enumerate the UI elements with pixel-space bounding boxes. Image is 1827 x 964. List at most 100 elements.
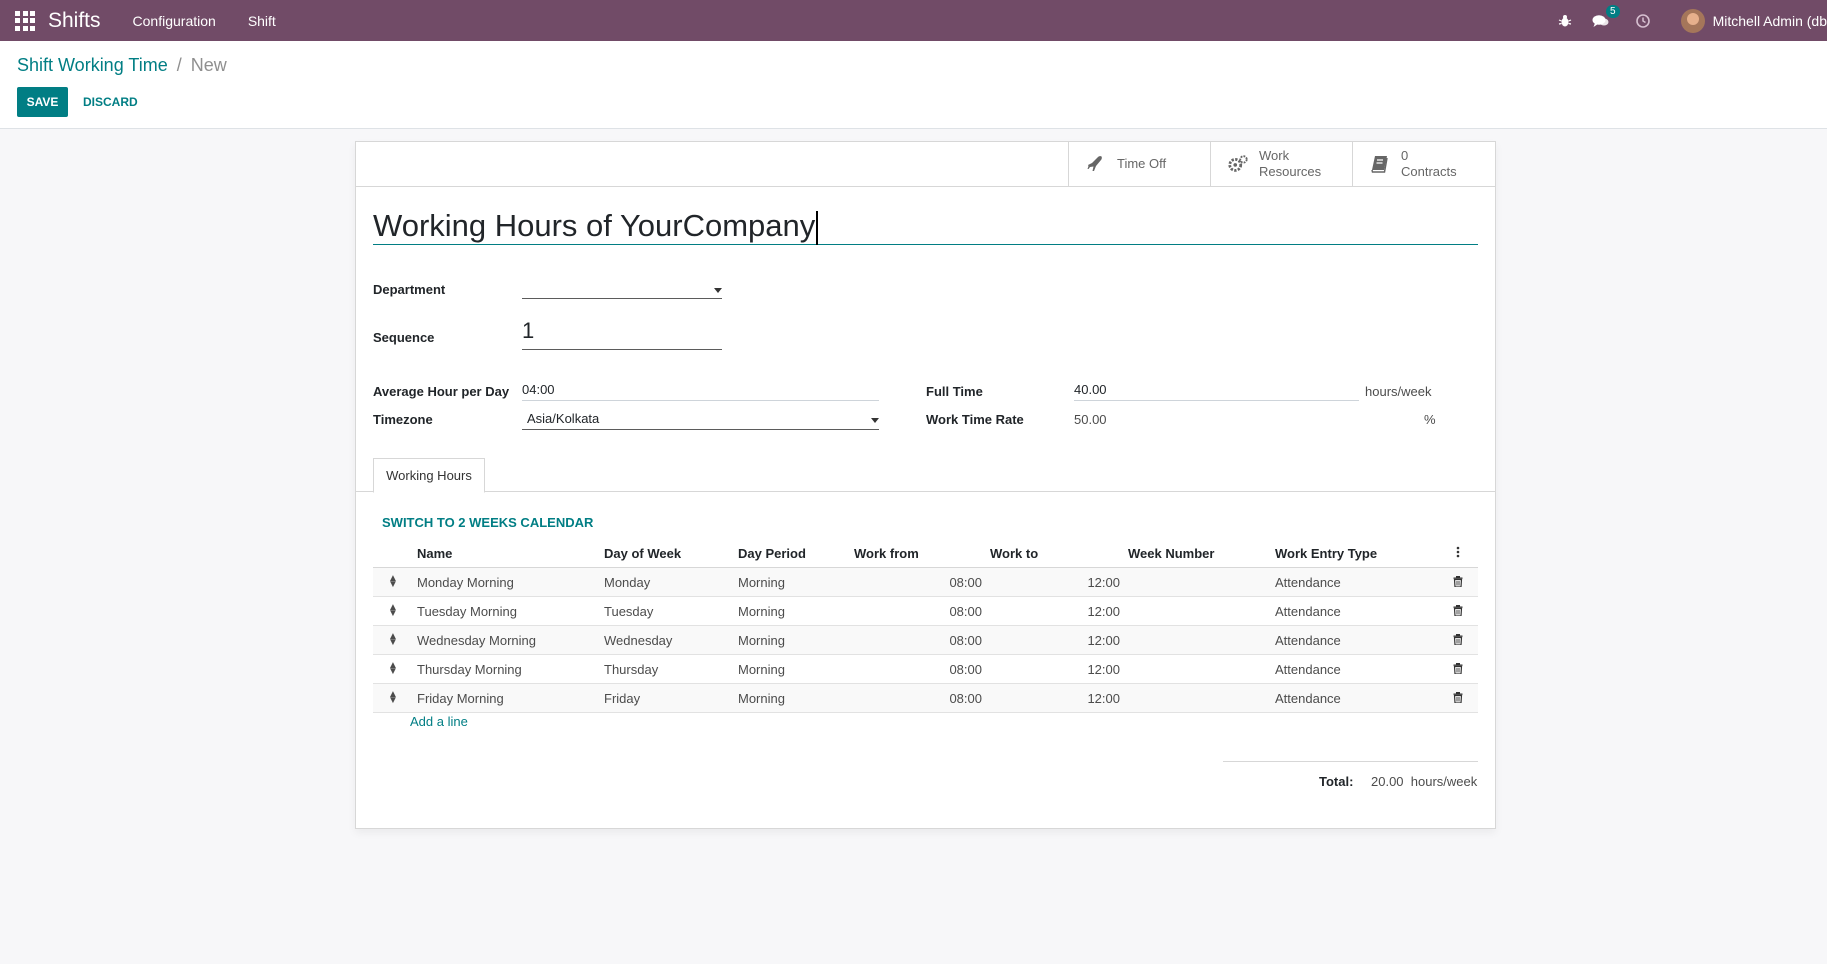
cell-day-of-week[interactable]: Wednesday: [600, 625, 734, 655]
work-time-rate-unit: %: [1424, 412, 1436, 427]
breadcrumb: Shift Working Time / New: [17, 55, 227, 76]
app-brand[interactable]: Shifts: [48, 9, 101, 33]
drag-handle-icon[interactable]: ▲ ▼: [373, 596, 413, 626]
cell-work-to[interactable]: 12:00: [986, 683, 1124, 713]
menu-configuration[interactable]: Configuration: [133, 13, 216, 29]
trash-icon[interactable]: [1438, 683, 1478, 713]
user-avatar[interactable]: [1680, 8, 1705, 33]
time-off-button[interactable]: Time Off: [1068, 142, 1211, 186]
cell-name[interactable]: Monday Morning: [413, 567, 600, 597]
cell-work-from[interactable]: 08:00: [850, 683, 986, 713]
work-resources-line1: Work: [1259, 148, 1290, 163]
name-input[interactable]: Working Hours of YourCompany: [373, 208, 1478, 245]
cell-work-entry-type[interactable]: Attendance: [1271, 683, 1438, 713]
switch-two-weeks-calendar-button[interactable]: SWITCH TO 2 WEEKS CALENDAR: [382, 515, 593, 530]
work-time-rate-value: 50.00: [1074, 412, 1107, 427]
bug-icon[interactable]: [1555, 11, 1575, 31]
cell-work-entry-type[interactable]: Attendance: [1271, 567, 1438, 597]
drag-handle-icon[interactable]: ▲ ▼: [373, 654, 413, 684]
cell-work-from[interactable]: 08:00: [850, 567, 986, 597]
cell-day-period[interactable]: Morning: [734, 567, 850, 597]
full-time-input[interactable]: 40.00: [1074, 380, 1359, 401]
sequence-input[interactable]: 1: [522, 317, 722, 350]
cell-name[interactable]: Friday Morning: [413, 683, 600, 713]
tab-divider: [356, 491, 1495, 492]
column-work-from[interactable]: Work from: [850, 540, 986, 568]
cell-name[interactable]: Thursday Morning: [413, 654, 600, 684]
table-row[interactable]: ▲ ▼ Wednesday Morning Wednesday Morning 0…: [373, 625, 1478, 655]
top-navbar: Shifts Configuration Shift 5 Mitchell Ad…: [0, 0, 1827, 41]
table-row[interactable]: ▲ ▼ Tuesday Morning Tuesday Morning 08:00…: [373, 596, 1478, 626]
total-label: Total:: [1319, 774, 1354, 789]
timezone-caret-icon[interactable]: [871, 418, 879, 423]
column-day-of-week[interactable]: Day of Week: [600, 540, 734, 568]
breadcrumb-parent[interactable]: Shift Working Time: [17, 55, 168, 75]
messages-badge: 5: [1606, 4, 1620, 18]
full-time-unit: hours/week: [1365, 384, 1432, 399]
column-work-entry-type[interactable]: Work Entry Type: [1271, 540, 1438, 568]
cell-week-number[interactable]: [1124, 654, 1271, 684]
avg-hour-label: Average Hour per Day: [373, 384, 510, 399]
drag-handle-icon[interactable]: ▲ ▼: [373, 683, 413, 713]
trash-icon[interactable]: [1438, 625, 1478, 655]
cell-work-entry-type[interactable]: Attendance: [1271, 625, 1438, 655]
trash-icon[interactable]: [1438, 654, 1478, 684]
cell-week-number[interactable]: [1124, 596, 1271, 626]
cell-day-period[interactable]: Morning: [734, 683, 850, 713]
contracts-button[interactable]: 0 Contracts: [1352, 142, 1496, 186]
cell-day-period[interactable]: Morning: [734, 596, 850, 626]
cell-week-number[interactable]: [1124, 625, 1271, 655]
column-handle: [373, 540, 413, 568]
cell-work-entry-type[interactable]: Attendance: [1271, 596, 1438, 626]
table-row[interactable]: ▲ ▼ Monday Morning Monday Morning 08:00 1…: [373, 567, 1478, 597]
contracts-label: Contracts: [1401, 164, 1457, 179]
cell-day-period[interactable]: Morning: [734, 625, 850, 655]
cell-day-of-week[interactable]: Friday: [600, 683, 734, 713]
cell-name[interactable]: Wednesday Morning: [413, 625, 600, 655]
cell-work-entry-type[interactable]: Attendance: [1271, 654, 1438, 684]
department-caret-icon[interactable]: [714, 288, 722, 293]
save-button[interactable]: SAVE: [17, 87, 68, 117]
cell-work-from[interactable]: 08:00: [850, 654, 986, 684]
cell-day-period[interactable]: Morning: [734, 654, 850, 684]
breadcrumb-current: New: [190, 55, 227, 75]
trash-icon[interactable]: [1438, 567, 1478, 597]
department-select[interactable]: [522, 272, 722, 299]
cell-work-to[interactable]: 12:00: [986, 596, 1124, 626]
total-value: 20.00 hours/week: [1371, 774, 1478, 789]
table-row[interactable]: ▲ ▼ Friday Morning Friday Morning 08:00 1…: [373, 683, 1478, 713]
avg-hour-input[interactable]: 04:00: [522, 380, 879, 401]
table-row[interactable]: ▲ ▼ Thursday Morning Thursday Morning 08:…: [373, 654, 1478, 684]
timezone-select[interactable]: Asia/Kolkata: [522, 407, 879, 430]
user-menu[interactable]: Mitchell Admin (db: [1713, 13, 1827, 29]
cell-day-of-week[interactable]: Tuesday: [600, 596, 734, 626]
cell-work-from[interactable]: 08:00: [850, 625, 986, 655]
drag-handle-icon[interactable]: ▲ ▼: [373, 567, 413, 597]
messages-icon[interactable]: 5: [1591, 4, 1620, 31]
cell-work-from[interactable]: 08:00: [850, 596, 986, 626]
cell-day-of-week[interactable]: Monday: [600, 567, 734, 597]
activity-clock-icon[interactable]: [1633, 11, 1653, 31]
work-resources-button[interactable]: Work Resources: [1210, 142, 1353, 186]
tab-working-hours[interactable]: Working Hours: [373, 458, 485, 493]
column-week-number[interactable]: Week Number: [1124, 540, 1271, 568]
text-cursor: [816, 210, 819, 245]
menu-shift[interactable]: Shift: [248, 13, 276, 29]
gears-icon: [1227, 153, 1249, 175]
cell-name[interactable]: Tuesday Morning: [413, 596, 600, 626]
discard-button[interactable]: DISCARD: [75, 87, 146, 117]
add-line-button[interactable]: Add a line: [410, 714, 468, 729]
cell-week-number[interactable]: [1124, 567, 1271, 597]
column-name[interactable]: Name: [413, 540, 600, 568]
cell-day-of-week[interactable]: Thursday: [600, 654, 734, 684]
trash-icon[interactable]: [1438, 596, 1478, 626]
column-work-to[interactable]: Work to: [986, 540, 1124, 568]
column-options-icon[interactable]: [1438, 540, 1478, 568]
drag-handle-icon[interactable]: ▲ ▼: [373, 625, 413, 655]
cell-work-to[interactable]: 12:00: [986, 625, 1124, 655]
column-day-period[interactable]: Day Period: [734, 540, 850, 568]
cell-week-number[interactable]: [1124, 683, 1271, 713]
cell-work-to[interactable]: 12:00: [986, 567, 1124, 597]
cell-work-to[interactable]: 12:00: [986, 654, 1124, 684]
apps-menu-icon[interactable]: [14, 10, 36, 32]
